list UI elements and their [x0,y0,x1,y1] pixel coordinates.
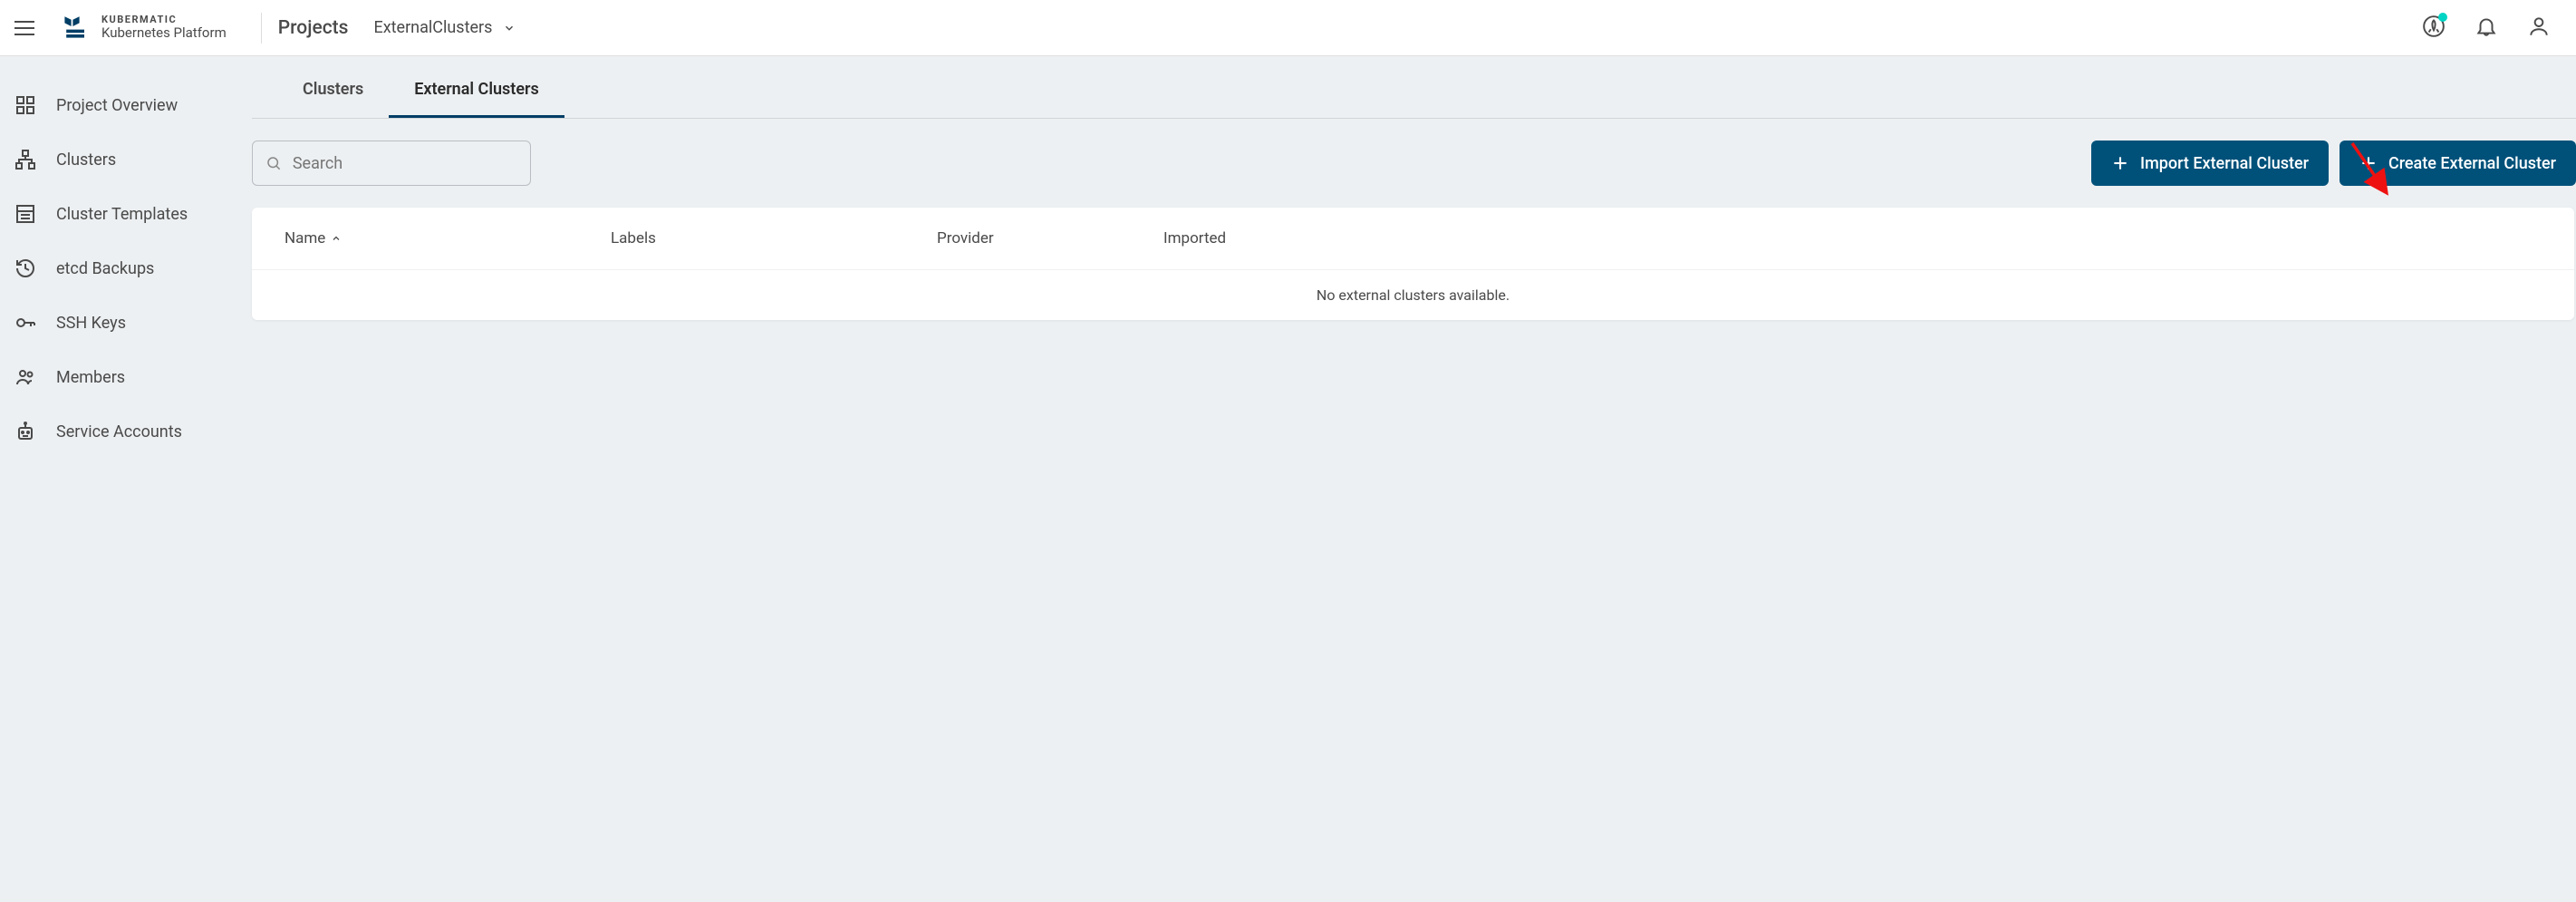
menu-toggle[interactable] [14,16,38,40]
grid-icon [14,94,36,116]
tab-external-clusters[interactable]: External Clusters [389,56,564,118]
separator [261,13,262,44]
column-header-name[interactable]: Name [285,229,611,247]
template-icon [14,203,36,225]
sidebar: Project Overview Clusters Cluster Templa… [0,56,252,459]
column-header-provider[interactable]: Provider [937,229,1163,247]
tabs: Clusters External Clusters [252,56,2576,119]
empty-state-message: No external clusters available. [252,270,2574,320]
sidebar-item-label: SSH Keys [56,314,126,333]
notifications-button[interactable] [2475,15,2498,42]
plus-icon [2359,154,2378,172]
robot-icon [14,421,36,442]
sidebar-item-members[interactable]: Members [0,350,252,404]
import-external-cluster-button[interactable]: Import External Cluster [2091,141,2329,186]
search-input[interactable] [293,154,517,173]
sidebar-item-label: Clusters [56,150,116,170]
column-header-imported[interactable]: Imported [1163,229,2542,247]
sidebar-item-label: etcd Backups [56,259,154,278]
notification-dot [2438,13,2447,22]
user-menu-button[interactable] [2527,15,2551,42]
breadcrumb: Projects ExternalClusters [278,17,516,39]
button-label: Create External Cluster [2388,154,2556,173]
breadcrumb-projects[interactable]: Projects [278,17,349,39]
cluster-icon [14,149,36,170]
external-clusters-table: Name Labels Provider Imported No externa… [252,208,2574,320]
sidebar-item-etcd-backups[interactable]: etcd Backups [0,241,252,296]
breadcrumb-project-selector[interactable]: ExternalClusters [373,18,516,37]
search-box[interactable] [252,141,531,186]
sidebar-item-cluster-templates[interactable]: Cluster Templates [0,187,252,241]
kubermatic-logo-icon [60,10,92,46]
sidebar-item-service-accounts[interactable]: Service Accounts [0,404,252,459]
sidebar-item-clusters[interactable]: Clusters [0,132,252,187]
sidebar-item-label: Project Overview [56,96,178,115]
breadcrumb-current-label: ExternalClusters [373,18,492,37]
chevron-down-icon [503,22,516,34]
button-label: Import External Cluster [2140,154,2309,173]
sidebar-item-label: Service Accounts [56,422,182,441]
changelog-button[interactable] [2422,15,2446,42]
sidebar-item-ssh-keys[interactable]: SSH Keys [0,296,252,350]
sidebar-item-label: Cluster Templates [56,205,188,224]
tab-clusters[interactable]: Clusters [277,56,389,118]
user-icon [2527,15,2551,38]
sort-asc-icon [331,233,342,244]
plus-icon [2111,154,2129,172]
create-external-cluster-button[interactable]: Create External Cluster [2340,141,2576,186]
members-icon [14,366,36,388]
bell-icon [2475,15,2498,38]
search-icon [265,154,282,172]
key-icon [14,312,36,334]
column-header-labels[interactable]: Labels [611,229,937,247]
sidebar-item-project-overview[interactable]: Project Overview [0,78,252,132]
brand-name-bottom: Kubernetes Platform [101,25,227,41]
sidebar-item-label: Members [56,368,125,387]
logo[interactable]: KUBERMATIC Kubernetes Platform [60,10,227,46]
history-icon [14,257,36,279]
